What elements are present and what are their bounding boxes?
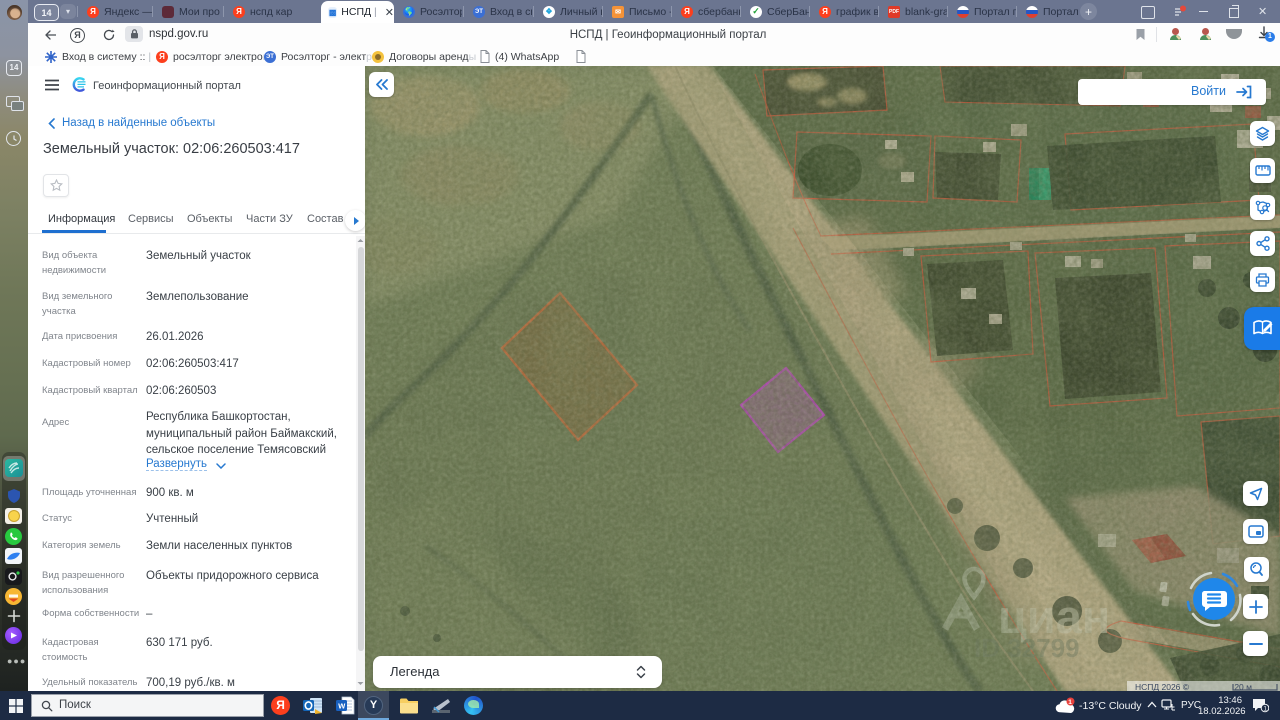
svg-text:w: w <box>337 701 346 711</box>
svg-text:1: 1 <box>1263 705 1267 712</box>
svg-text:1: 1 <box>1068 699 1072 706</box>
